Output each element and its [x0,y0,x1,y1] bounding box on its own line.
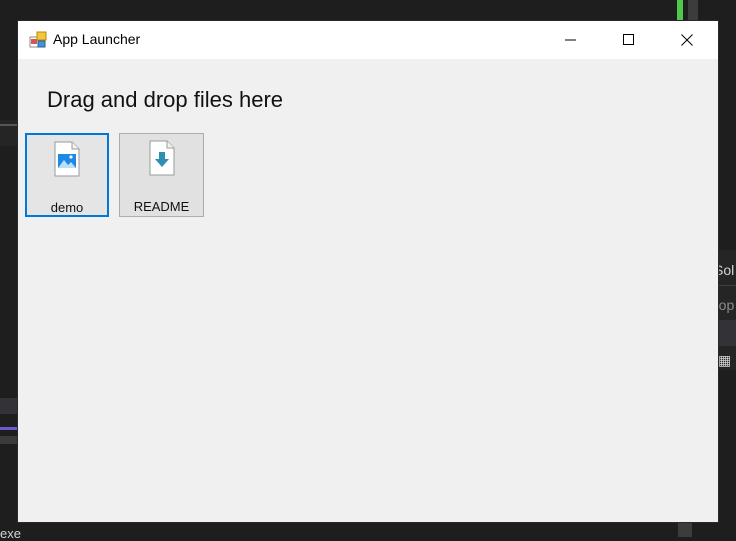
file-label-readme: README [133,199,190,214]
ide-right-divider [718,285,736,286]
ide-right-scroll [688,0,698,20]
minimize-icon [565,39,576,41]
ide-left-panel-lower [0,398,18,414]
file-label-demo: demo [50,200,84,215]
title-bar[interactable]: App Launcher [18,21,718,59]
download-file-icon [149,140,174,176]
ide-status-green [677,0,683,20]
ide-right-box [718,320,736,346]
ide-accent-line [0,427,18,430]
close-button[interactable] [658,21,716,59]
image-file-icon [54,141,80,177]
close-icon [681,34,693,46]
ide-left-dots [0,436,18,444]
ide-left-divider [0,124,18,126]
app-icon [29,31,47,48]
ide-exe-fragment: exe [0,526,21,541]
maximize-icon [623,34,634,45]
drop-zone-label: Drag and drop files here [47,87,284,112]
file-tile-readme[interactable]: README [119,133,204,217]
properties-grid-icon: ▦ [718,352,732,368]
file-tile-demo[interactable]: demo [25,133,109,217]
maximize-button[interactable] [600,21,658,59]
minimize-button[interactable] [542,21,600,59]
window-title: App Launcher [53,31,141,47]
ide-bottom-block [678,522,692,537]
app-launcher-window: App Launcher Drag and drop files here de… [18,21,718,522]
